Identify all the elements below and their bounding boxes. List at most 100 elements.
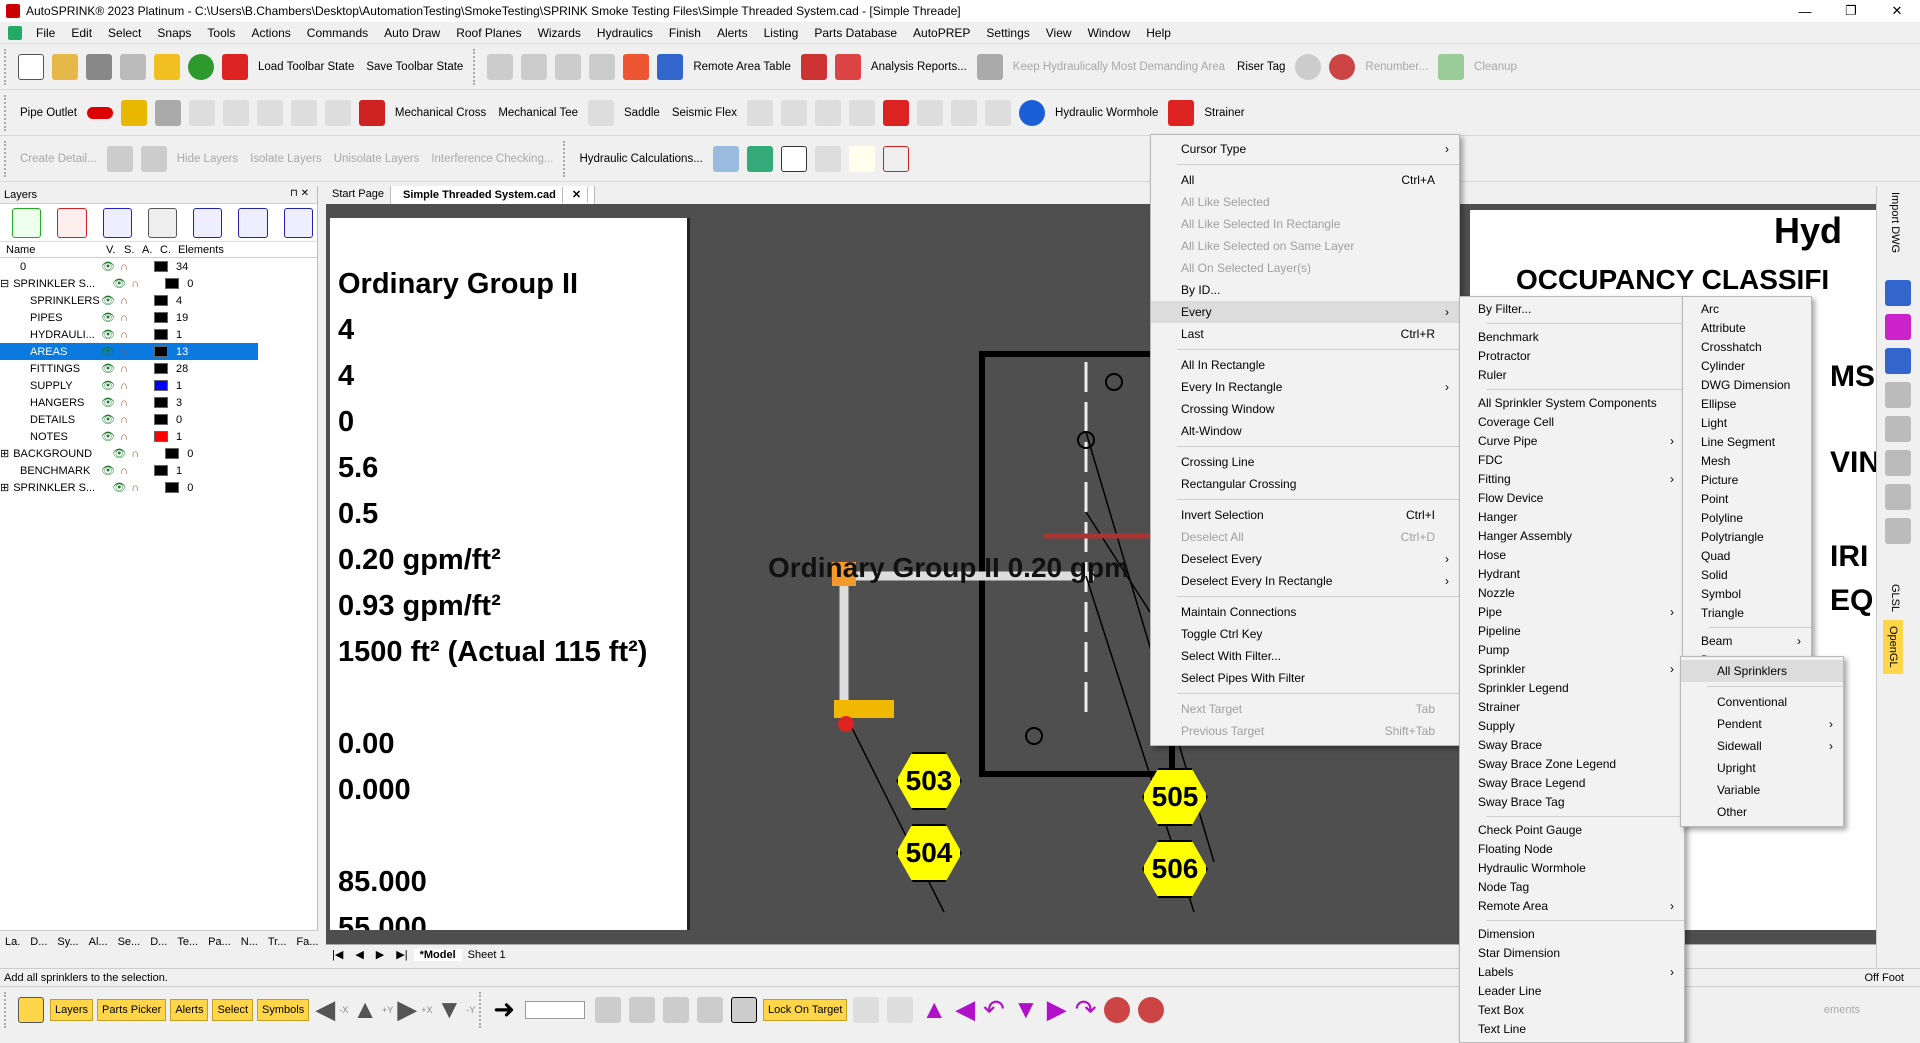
menu-alerts[interactable]: Alerts (709, 26, 756, 40)
geometry-menu-item[interactable]: Cylinder (1683, 357, 1811, 376)
valve-icon[interactable] (623, 53, 650, 80)
renumber-2-icon[interactable] (1329, 53, 1356, 80)
cleanup-icon[interactable] (1438, 53, 1465, 80)
snap-magnet-icon[interactable]: ∩ (116, 329, 132, 341)
col-visible[interactable]: V. (106, 244, 124, 256)
saddle-icon[interactable] (588, 99, 615, 126)
riser-tag-button[interactable]: Riser Tag (1237, 61, 1285, 73)
orbit-2-icon[interactable] (1138, 996, 1165, 1023)
tool-3-icon[interactable] (1885, 450, 1911, 476)
select-menu-item[interactable]: By ID... (1151, 279, 1459, 301)
geometry-menu-item[interactable]: Picture (1683, 471, 1811, 490)
panel-tab[interactable]: N... (236, 936, 263, 948)
every-menu-item[interactable]: Pump (1460, 641, 1684, 660)
layer-row[interactable]: ⊞ SPRINKLER S... 👁 ∩ 0 (0, 479, 317, 496)
geometry-menu-item[interactable]: Quad (1683, 547, 1811, 566)
zoom-window-icon[interactable] (814, 145, 841, 172)
region-icon[interactable] (882, 145, 909, 172)
select-button[interactable]: Select (212, 998, 254, 1021)
every-menu-item[interactable]: Strainer (1460, 698, 1684, 717)
every-menu-item[interactable]: Text Box (1460, 1001, 1684, 1020)
geometry-menu-item[interactable]: Line Segment (1683, 433, 1811, 452)
new-file-icon[interactable] (18, 53, 44, 80)
arch-icon[interactable] (487, 53, 514, 80)
select-menu-item[interactable]: Next Target Tab (1151, 698, 1459, 720)
layer-color-swatch[interactable] (154, 329, 168, 340)
layer-sort-icon[interactable] (193, 207, 223, 238)
every-menu-item[interactable]: Sway Brace Zone Legend (1460, 755, 1684, 774)
every-menu-item[interactable]: Hydrant (1460, 565, 1684, 584)
menu-settings[interactable]: Settings (978, 26, 1037, 40)
visibility-eye-icon[interactable]: 👁 (100, 464, 116, 477)
panel-toggle-icon[interactable] (18, 996, 44, 1023)
layer-row[interactable]: HYDRAULI... 👁 ∩ 1 (0, 326, 317, 343)
every-menu-item[interactable]: All Sprinkler System Components (1460, 394, 1684, 413)
cleanup-button[interactable]: Cleanup (1474, 61, 1517, 73)
tab-start-page[interactable]: Start Page (326, 186, 391, 204)
every-menu-item[interactable]: Pipe › (1460, 603, 1684, 622)
geometry-menu-item[interactable]: Beam › (1683, 632, 1811, 651)
col-active[interactable]: A. (142, 244, 160, 256)
opengl-tab[interactable]: OpenGL (1883, 620, 1903, 674)
layer-color-swatch[interactable] (154, 295, 168, 306)
select-menu-item[interactable]: Crossing Line (1151, 451, 1459, 473)
unisolate-layers-button[interactable]: Unisolate Layers (334, 153, 420, 165)
menu-parts-database[interactable]: Parts Database (806, 26, 905, 40)
layer-row[interactable]: PIPES 👁 ∩ 19 (0, 309, 317, 326)
blocks-icon[interactable] (1885, 348, 1911, 374)
menu-commands[interactable]: Commands (299, 26, 376, 40)
every-menu-item[interactable]: Sprinkler Legend (1460, 679, 1684, 698)
analysis-icon[interactable] (834, 53, 861, 80)
select-menu-item[interactable]: Deselect Every › (1151, 548, 1459, 570)
select-menu-item[interactable]: Select Pipes With Filter (1151, 667, 1459, 689)
visibility-eye-icon[interactable]: 👁 (111, 447, 127, 460)
view-left-icon[interactable]: ◀ (955, 994, 975, 1025)
save-toolbar-state-button[interactable]: Save Toolbar State (366, 61, 463, 73)
snap-magnet-icon[interactable]: ∩ (116, 312, 132, 324)
layer-color-swatch[interactable] (154, 465, 168, 476)
sprinkler-menu-item[interactable]: Conventional (1681, 691, 1843, 713)
select-menu-item[interactable]: Deselect Every In Rectangle › (1151, 570, 1459, 592)
every-menu-item[interactable]: Leader Line (1460, 982, 1684, 1001)
snap-magnet-icon[interactable]: ∩ (127, 278, 143, 290)
visibility-eye-icon[interactable]: 👁 (100, 396, 116, 409)
chart-icon[interactable] (712, 145, 739, 172)
bend-icon[interactable] (290, 99, 317, 126)
select-menu-item[interactable]: Invert Selection Ctrl+I (1151, 504, 1459, 526)
tool-2-icon[interactable] (1885, 416, 1911, 442)
hydraulic-wormhole-button[interactable]: Hydraulic Wormhole (1055, 107, 1158, 119)
import-dwg-tab[interactable]: Import DWG (1889, 192, 1901, 272)
menu-roof-planes[interactable]: Roof Planes (448, 26, 529, 40)
mechanical-cross-icon[interactable] (358, 99, 385, 126)
parts-picker-button[interactable]: Parts Picker (97, 998, 167, 1021)
menu-autoprep[interactable]: AutoPREP (905, 26, 978, 40)
layer-row[interactable]: 0 👁 ∩ 34 (0, 258, 317, 275)
every-menu-item[interactable]: Pipeline (1460, 622, 1684, 641)
every-menu-item[interactable]: FDC (1460, 451, 1684, 470)
view-right-icon[interactable]: ▶ (1047, 994, 1067, 1025)
saddle-button[interactable]: Saddle (624, 107, 660, 119)
visibility-eye-icon[interactable]: 👁 (111, 277, 127, 290)
layer-row[interactable]: NOTES 👁 ∩ 1 (0, 428, 317, 445)
panel-tab[interactable]: Se... (113, 936, 146, 948)
every-menu-item[interactable]: Benchmark (1460, 328, 1684, 347)
layer-row[interactable]: SUPPLY 👁 ∩ 1 (0, 377, 317, 394)
layer-row[interactable]: ⊞ BACKGROUND 👁 ∩ 0 (0, 445, 317, 462)
snap-icon[interactable] (629, 996, 656, 1023)
sprinkler-tool-3-icon[interactable] (589, 53, 616, 80)
layers-icon[interactable] (140, 145, 167, 172)
geometry-menu-item[interactable]: Polytriangle (1683, 528, 1811, 547)
valve-2-icon[interactable] (985, 99, 1012, 126)
import-icon[interactable] (1885, 280, 1911, 306)
hanger-icon[interactable] (154, 99, 181, 126)
layer-row[interactable]: SPRINKLERS 👁 ∩ 4 (0, 292, 317, 309)
geometry-menu-item[interactable]: Attribute (1683, 319, 1811, 338)
select-menu-item[interactable]: Every › (1151, 301, 1459, 323)
every-menu-item[interactable]: Remote Area › (1460, 897, 1684, 916)
red-cross-icon[interactable] (222, 53, 248, 80)
nav-prev-icon[interactable]: ◀ (349, 948, 369, 961)
layer-color-swatch[interactable] (154, 431, 168, 442)
geometry-menu-item[interactable]: DWG Dimension (1683, 376, 1811, 395)
select-menu-item[interactable]: Every In Rectangle › (1151, 376, 1459, 398)
select-menu-item[interactable]: All Like Selected In Rectangle (1151, 213, 1459, 235)
